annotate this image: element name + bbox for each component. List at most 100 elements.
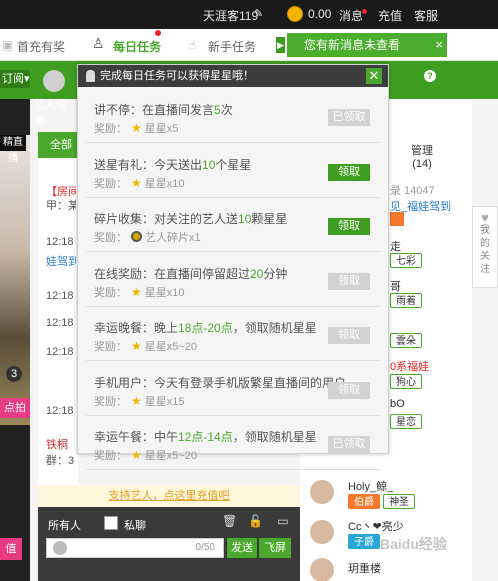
level-tag: 七彩 — [390, 253, 422, 268]
group-line: 群：3 — [46, 455, 75, 467]
task-reward: 奖励： ★ 星星x5 — [94, 121, 179, 135]
claim-button[interactable]: 领取 — [328, 163, 370, 181]
claimed-button: 已领取 — [328, 436, 370, 453]
toast-close-icon[interactable]: × — [435, 33, 443, 57]
artist-info[interactable]: 艺人信息 — [34, 70, 74, 127]
task-title: 在线奖励：在直播间停留超过20分钟 — [94, 266, 288, 281]
rank-tag: 伯爵 — [348, 494, 380, 509]
audience-name[interactable]: Holy_鲸_ — [348, 478, 393, 494]
recipient-selector[interactable]: 所有人 — [48, 517, 81, 533]
chat-bubble-icon[interactable]: ▭ — [276, 514, 290, 528]
star-icon: ★ — [131, 448, 142, 462]
private-checkbox[interactable] — [104, 516, 118, 530]
audience-name[interactable]: Cc丶❤亮少 — [348, 518, 404, 534]
task-reward: 奖励： ★ 星星x15 — [94, 393, 185, 408]
user-avatar[interactable] — [310, 520, 334, 544]
coin-balance: 0.00 — [308, 7, 332, 21]
claimed-button: 已领取 — [328, 109, 370, 126]
username-link[interactable]: 天涯客119 — [203, 7, 258, 24]
rank-badge — [390, 212, 404, 226]
task-reward: 奖励： ★ 星星x10 — [94, 175, 185, 190]
star-icon: ★ — [131, 284, 142, 299]
audience-name: 走 — [390, 241, 401, 253]
rank-tag: 子爵 — [348, 534, 380, 549]
count-badge: 3 — [6, 366, 22, 382]
recharge-side-button[interactable]: 值 — [0, 538, 22, 560]
star-icon: ★ — [131, 393, 142, 408]
private-label: 私聊 — [124, 520, 146, 532]
task-row: 手机用户：今天有登录手机版繁星直播间的用户 奖励： ★ 星星x15 领取 — [86, 362, 380, 416]
trash-icon[interactable]: 🗑 — [222, 514, 237, 528]
service-link[interactable]: 客服 — [414, 7, 438, 24]
favorites-side-tab[interactable]: ♥ 我的关注 — [472, 206, 498, 288]
bid-button[interactable]: 点拍 — [0, 398, 30, 418]
user-avatar[interactable] — [310, 558, 334, 581]
tab-all[interactable]: 全部 — [38, 132, 78, 158]
level-tag: 神圣 — [383, 494, 416, 509]
user-icon — [86, 70, 95, 82]
chat-line: 甲：某 — [46, 200, 76, 212]
task-row: 讲不停：在直播间发言5次 奖励： ★ 星星x5 已领取 — [86, 89, 380, 143]
messages-link[interactable]: 消息 — [339, 7, 363, 24]
watermark: Baidu经验 — [380, 536, 447, 552]
popup-close-button[interactable]: ✕ — [366, 68, 382, 84]
artist-avatar-icon — [43, 70, 65, 92]
level-tag: 星恋 — [390, 414, 422, 429]
star-icon: ★ — [131, 175, 142, 190]
task-title: 幸运午餐：中午12点-14点，领取随机星星 — [94, 430, 317, 444]
recharge-link[interactable]: 充值 — [378, 7, 402, 24]
gift-icon: ▣ — [2, 38, 14, 52]
task-row: 在线奖励：在直播间停留超过20分钟 奖励： ★ 星星x10 领取 — [86, 253, 380, 307]
char-counter: 0/50 — [195, 542, 215, 553]
nav-first-recharge[interactable]: 首充有奖 — [17, 38, 65, 55]
nav-daily-tasks[interactable]: 每日任务 — [113, 38, 161, 55]
fly-screen-button[interactable]: 飞屏 — [259, 538, 291, 558]
help-icon[interactable]: ? — [424, 70, 436, 82]
task-reward: 奖励： 艺人碎片x1 — [94, 231, 201, 244]
task-title: 碎片收集：对关注的艺人送10颗星星 — [94, 212, 288, 226]
chat-time: 12:18 — [46, 236, 74, 248]
fragment-icon — [131, 231, 142, 242]
level-tag: 雨着 — [390, 293, 422, 308]
heart-icon: ♥ — [481, 210, 489, 225]
chat-user: 铁桐 — [46, 439, 68, 451]
send-button[interactable]: 发送 — [227, 538, 257, 558]
nav-next-arrow[interactable]: ▶ — [276, 37, 285, 53]
support-recharge-link[interactable]: 支持艺人，点这里充值吧 — [38, 485, 300, 507]
task-reward: 奖励： ★ 星星x10 — [94, 284, 185, 299]
claimed-button: 领取 — [328, 327, 370, 344]
chat-time: 12:18 — [46, 317, 74, 329]
emoji-icon[interactable] — [53, 541, 67, 555]
task-row: 碎片收集：对关注的艺人送10颗星星 奖励： 艺人碎片x1 领取 — [86, 198, 380, 252]
task-title: 讲不停：在直播间发言5次 — [94, 103, 233, 117]
new-message-toast[interactable]: 您有新消息未查看 × — [287, 33, 447, 57]
coin-icon — [287, 6, 303, 22]
popup-header: 完成每日任务可以获得星星哦！ ✕ — [78, 65, 388, 87]
audience-name[interactable]: 玥重楼 — [348, 560, 381, 576]
nav-newbie-tasks[interactable]: 新手任务 — [208, 38, 256, 55]
popup-title: 完成每日任务可以获得星星哦！ — [100, 70, 254, 82]
star-icon: ★ — [131, 121, 142, 135]
manage-tab[interactable]: 管理 (14) — [392, 142, 452, 170]
task-title: 幸运晚餐：晚上18点-20点，领取随机星星 — [94, 321, 317, 335]
audience-name: 0系福娃 — [390, 361, 430, 373]
pencil-icon[interactable]: ✎ — [254, 7, 263, 20]
chat-input[interactable]: 0/50 — [46, 538, 224, 558]
claim-button[interactable]: 领取 — [328, 218, 370, 235]
top-bar: 天涯客119 ✎ 0.00 消息 充值 客服 — [0, 0, 498, 29]
daily-task-popup: 完成每日任务可以获得星星哦！ ✕ 讲不停：在直播间发言5次 奖励： ★ 星星x5 已领取… — [77, 64, 389, 470]
task-row: 幸运午餐：中午12点-14点，领取随机星星 奖励： ★ 星星x5~20 已领取 — [86, 416, 380, 470]
audience-name: bO — [390, 398, 405, 410]
chat-gift-line: 娃驾到 — [46, 256, 76, 268]
claimed-button: 领取 — [328, 381, 370, 399]
lock-icon[interactable]: 🔓 — [248, 514, 263, 528]
thumb-up-icon: ☝ — [189, 38, 197, 52]
user-avatar[interactable] — [310, 480, 334, 504]
chat-time: 12:18 — [46, 290, 74, 302]
subscribe-button[interactable]: 订阅▾ — [0, 70, 30, 88]
star-icon: ★ — [131, 339, 142, 353]
task-row: 幸运晚餐：晚上18点-20点，领取随机星星 奖励： ★ 星星x5~20 领取 — [86, 307, 380, 361]
chat-time: 12:18 — [46, 346, 74, 358]
user-icon: ♙ — [92, 35, 105, 51]
task-reward: 奖励： ★ 星星x5~20 — [94, 448, 198, 462]
